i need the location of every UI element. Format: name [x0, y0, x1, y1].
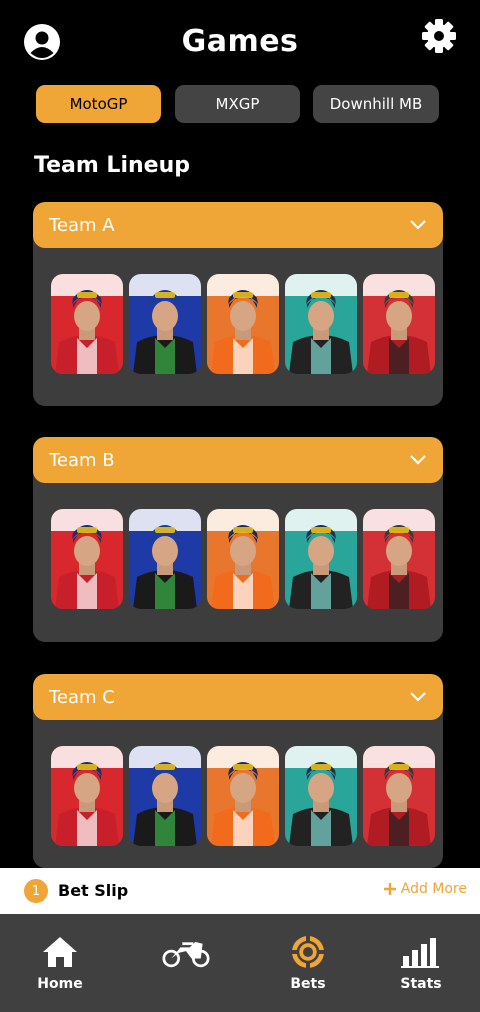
team-header[interactable]: Team B: [33, 437, 443, 483]
team-card: Team A: [33, 202, 443, 406]
bar-chart-icon: [401, 938, 439, 968]
rider-avatar[interactable]: [207, 509, 279, 609]
bet-slip-bar[interactable]: 1 Bet Slip Add More: [0, 868, 480, 914]
team-card: Team C: [33, 674, 443, 868]
nav-home[interactable]: Home: [0, 914, 120, 1012]
rider-avatar[interactable]: [207, 274, 279, 374]
rider-avatar[interactable]: [207, 746, 279, 846]
chevron-down-icon[interactable]: [409, 691, 427, 703]
rider-avatar[interactable]: [51, 509, 123, 609]
team-name: Team B: [49, 449, 115, 471]
nav-motorcycle[interactable]: [126, 914, 246, 1012]
motorcycle-icon: [162, 941, 210, 968]
nav-label: Bets: [290, 976, 326, 992]
bet-count-badge: 1: [24, 879, 48, 903]
rider-avatar[interactable]: [285, 746, 357, 846]
page-title: Games: [181, 24, 299, 59]
poker-chip-icon: [292, 936, 324, 968]
rider-avatar[interactable]: [129, 746, 201, 846]
rider-avatar[interactable]: [363, 274, 435, 374]
sport-tabs: MotoGP MXGP Downhill MB: [36, 85, 446, 123]
rider-avatar[interactable]: [129, 509, 201, 609]
team-name: Team C: [49, 686, 115, 708]
rider-list: [33, 483, 443, 623]
home-icon: [43, 937, 77, 967]
gear-icon[interactable]: [420, 17, 458, 55]
team-card: Team B: [33, 437, 443, 642]
nav-stats[interactable]: Stats: [361, 914, 480, 1012]
tab-motogp[interactable]: MotoGP: [36, 85, 161, 123]
team-name: Team A: [49, 214, 115, 236]
rider-avatar[interactable]: [363, 509, 435, 609]
rider-avatar[interactable]: [285, 509, 357, 609]
plus-icon: [383, 883, 396, 895]
nav-bets[interactable]: Bets: [248, 914, 368, 1012]
add-more-label: Add More: [400, 881, 467, 897]
add-more-button[interactable]: Add More: [383, 881, 467, 897]
nav-label: Stats: [400, 976, 442, 992]
rider-avatar[interactable]: [363, 746, 435, 846]
team-header[interactable]: Team A: [33, 202, 443, 248]
rider-list: [33, 248, 443, 388]
section-title: Team Lineup: [34, 153, 190, 178]
tab-downhill-mb[interactable]: Downhill MB: [313, 85, 439, 123]
chevron-down-icon[interactable]: [409, 454, 427, 466]
rider-avatar[interactable]: [51, 274, 123, 374]
bet-slip-label: Bet Slip: [58, 881, 129, 900]
bottom-nav: Home Bets Stats: [0, 914, 480, 1012]
nav-label: Home: [37, 976, 83, 992]
rider-avatar[interactable]: [285, 274, 357, 374]
rider-avatar[interactable]: [129, 274, 201, 374]
app-header: Games: [0, 0, 480, 80]
chevron-down-icon[interactable]: [409, 219, 427, 231]
rider-avatar[interactable]: [51, 746, 123, 846]
rider-list: [33, 720, 443, 860]
team-header[interactable]: Team C: [33, 674, 443, 720]
tab-mxgp[interactable]: MXGP: [175, 85, 300, 123]
